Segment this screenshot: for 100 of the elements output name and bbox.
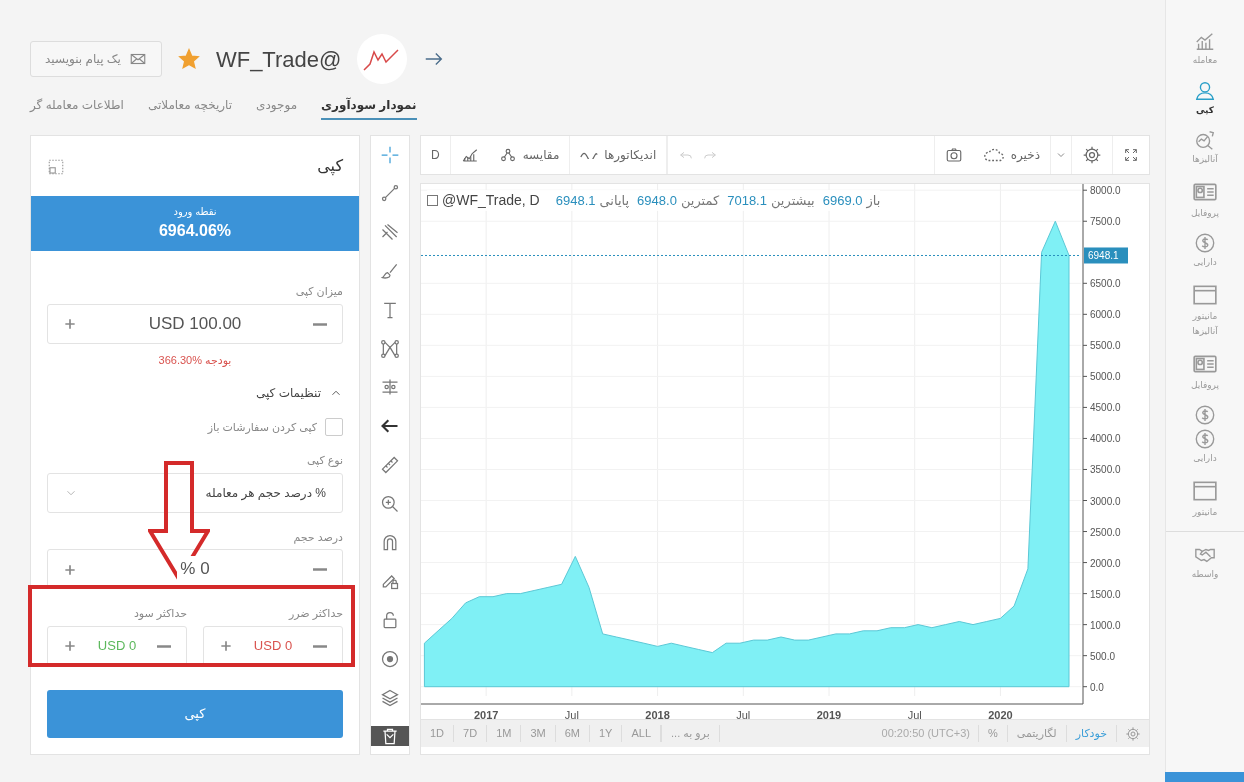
y-tick-label: 7500.0 bbox=[1090, 216, 1121, 228]
scale-mode-button[interactable]: خودکار bbox=[1065, 725, 1116, 742]
minus-icon bbox=[312, 644, 328, 648]
x-tick-label: Jul bbox=[564, 709, 579, 719]
range-button[interactable]: 6M bbox=[555, 725, 590, 742]
range-button[interactable]: ALL bbox=[622, 725, 661, 742]
checkbox[interactable] bbox=[325, 418, 343, 436]
range-button[interactable]: 1D bbox=[421, 725, 455, 742]
sidebar-item[interactable]: معامله bbox=[1166, 24, 1244, 74]
limit-stepper[interactable]: USD 0 bbox=[203, 625, 343, 666]
user-icon bbox=[1194, 79, 1216, 102]
range-button[interactable]: 7D bbox=[454, 725, 488, 742]
limit-stepper[interactable]: USD 0 bbox=[47, 625, 187, 666]
dollar-icon bbox=[1194, 404, 1216, 426]
sidebar-item[interactable]: مانیتور آنالیزها bbox=[1166, 275, 1244, 345]
bar-chart-icon bbox=[1194, 30, 1216, 52]
ohlc-value: 6948.1 bbox=[555, 191, 596, 210]
ohlc-value: 6969.0 bbox=[822, 191, 863, 210]
indicators-button[interactable]: اندیکاتورها bbox=[570, 136, 668, 174]
dollar-icon bbox=[1194, 232, 1216, 254]
magnifier-chart-icon bbox=[1194, 129, 1216, 151]
dollar-icon bbox=[1194, 428, 1216, 450]
y-tick-label: 3500.0 bbox=[1090, 464, 1121, 476]
checkbox-label: کپی کردن سفارشات باز bbox=[207, 419, 317, 436]
sidebar-item[interactable]: واسطه bbox=[1166, 538, 1244, 588]
tab[interactable]: اطلاعات معامله گر bbox=[30, 92, 124, 120]
field-label: حداکثر سود bbox=[132, 606, 187, 622]
line-tool-icon bbox=[380, 183, 400, 204]
y-tick-label: 5500.0 bbox=[1090, 340, 1121, 352]
y-tick-label: 2500.0 bbox=[1090, 526, 1121, 538]
interval-button[interactable]: D bbox=[421, 136, 450, 174]
scale-mode-button[interactable]: % bbox=[977, 725, 1007, 742]
settings-icon bbox=[1082, 145, 1102, 165]
copy-type-select[interactable]: % درصد حجم هر معامله bbox=[47, 472, 343, 513]
y-tick-label: 6500.0 bbox=[1090, 278, 1121, 290]
price-label: 6948.1 bbox=[1088, 250, 1119, 262]
range-button[interactable]: 1M bbox=[487, 725, 522, 742]
y-tick-label: 500.0 bbox=[1090, 650, 1116, 662]
copy-button[interactable]: کپی bbox=[47, 689, 343, 738]
username: WF_Trade@ bbox=[215, 45, 342, 74]
y-tick-label: 1500.0 bbox=[1090, 588, 1121, 600]
bar-chart-icon bbox=[460, 146, 479, 164]
y-tick-label: 1000.0 bbox=[1090, 619, 1121, 631]
field-label: نوع کپی bbox=[305, 453, 343, 469]
compare-button[interactable]: مقایسه bbox=[488, 136, 571, 174]
ohlc-label: پایانی bbox=[599, 191, 630, 210]
minus-icon bbox=[312, 322, 328, 326]
wave-icon bbox=[580, 151, 599, 159]
sidebar-item[interactable]: کپی bbox=[1166, 73, 1244, 123]
save-button[interactable]: ذخیره bbox=[972, 136, 1051, 174]
expand-icon bbox=[47, 157, 65, 176]
y-tick-label: 0.0 bbox=[1090, 681, 1104, 693]
panel-title: کپی bbox=[317, 156, 343, 178]
sidebar-item[interactable]: پروفایل bbox=[1166, 172, 1244, 226]
tab[interactable]: موجودی bbox=[256, 92, 298, 120]
y-tick-label: 4500.0 bbox=[1090, 402, 1121, 414]
settings-toggle[interactable]: تنظیمات کپی bbox=[256, 384, 343, 402]
y-tick-label: 4000.0 bbox=[1090, 433, 1121, 445]
x-tick-label: 2018 bbox=[645, 709, 670, 719]
sidebar-item[interactable]: پروفایل bbox=[1166, 344, 1244, 398]
trash-button[interactable] bbox=[371, 725, 409, 746]
fullscreen-icon bbox=[1123, 147, 1139, 163]
ohlc-value: 7018.1 bbox=[727, 191, 767, 210]
zoom-in-icon bbox=[380, 493, 400, 514]
sidebar-item[interactable]: دارایی bbox=[1166, 226, 1244, 276]
minus-icon bbox=[312, 568, 328, 572]
minus-icon bbox=[156, 644, 172, 648]
goto-button[interactable]: برو به ... bbox=[661, 725, 720, 742]
field-label: حداکثر ضرر bbox=[287, 606, 343, 622]
nodes-icon bbox=[498, 146, 517, 164]
y-tick-label: 8000.0 bbox=[1090, 185, 1121, 197]
field-label: میزان کپی bbox=[294, 284, 343, 300]
ohlc-label: کمترین bbox=[680, 191, 720, 211]
tab[interactable]: تاریخچه معاملاتی bbox=[147, 92, 233, 120]
sidebar-item[interactable]: آنالیزها bbox=[1166, 123, 1244, 173]
avatar-chart-drawing bbox=[357, 34, 408, 84]
message-button[interactable]: یک پیام بنویسید bbox=[30, 41, 162, 77]
ohlc-label: باز bbox=[866, 191, 881, 211]
ruler-icon bbox=[380, 454, 400, 475]
measure-icon bbox=[380, 377, 400, 398]
range-button[interactable]: 3M bbox=[521, 725, 556, 742]
time-text: 00:20:50 (UTC+3) bbox=[880, 726, 971, 742]
amount-stepper[interactable]: USD 100.00 bbox=[47, 303, 343, 344]
x-tick-label: Jul bbox=[907, 709, 922, 719]
tab[interactable]: نمودار سودآوری bbox=[321, 92, 417, 120]
sidebar-item[interactable]: دارایی bbox=[1166, 398, 1244, 472]
field-label: درصد حجم bbox=[292, 529, 343, 545]
y-tick-label: 2000.0 bbox=[1090, 557, 1121, 569]
camera-icon bbox=[944, 146, 963, 164]
budget-text: 366.30% بودجه bbox=[157, 352, 233, 368]
x-tick-label: 2020 bbox=[988, 709, 1013, 719]
scale-mode-button[interactable]: لگاریتمی bbox=[1006, 725, 1066, 742]
price-tag bbox=[1084, 247, 1128, 264]
ohlc-value: 6948.0 bbox=[637, 191, 677, 210]
range-button[interactable]: 1Y bbox=[589, 725, 623, 742]
y-tick-label: 6000.0 bbox=[1090, 309, 1121, 321]
sidebar-item[interactable]: مانیتور bbox=[1166, 471, 1244, 525]
eye-icon bbox=[380, 648, 400, 669]
x-tick-label: 2019 bbox=[816, 709, 842, 719]
settings-icon bbox=[1125, 726, 1141, 743]
